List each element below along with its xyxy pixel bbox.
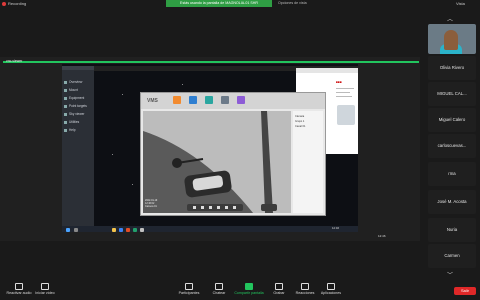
meeting-controls-bar: Reactivar audio Iniciar vídeo Participan… xyxy=(0,282,480,300)
recording-dot-icon xyxy=(2,1,6,6)
menu-label: Sky viewer xyxy=(69,112,85,116)
record-icon[interactable] xyxy=(209,206,212,209)
device-icon[interactable] xyxy=(205,96,213,104)
remote-time: 12:46 xyxy=(332,226,339,230)
menu-item-sky-viewer[interactable]: Sky viewer xyxy=(64,112,84,116)
tree-item[interactable]: Cámara xyxy=(295,115,304,118)
camera-feed-image xyxy=(143,111,291,213)
shared-window-label: vnc-viewer xyxy=(6,59,23,63)
camera-view[interactable]: 2022-01-19 12:46:02 Camera 01 xyxy=(143,111,291,213)
local-taskbar xyxy=(0,232,420,241)
settings-icon[interactable] xyxy=(221,96,229,104)
text-line xyxy=(336,88,354,89)
recording-label: Recording xyxy=(8,1,27,6)
mount-icon xyxy=(64,88,67,92)
participant-tile[interactable]: Nuria xyxy=(428,218,476,242)
zoom-icon[interactable] xyxy=(225,206,228,209)
telescope-diagram xyxy=(337,105,355,125)
view-button[interactable]: Vista xyxy=(456,1,465,6)
button-label: Aplicaciones xyxy=(320,291,342,295)
button-label: Iniciar vídeo xyxy=(35,291,55,295)
participant-tile[interactable]: Olivia Rivero xyxy=(428,56,476,80)
leave-meeting-button[interactable]: Salir xyxy=(454,287,476,295)
participant-tile[interactable]: carloscuevas... xyxy=(428,134,476,158)
camera-overlay: 2022-01-19 12:46:02 Camera 01 xyxy=(145,199,157,208)
participant-gallery: Olivia Rivero MIGUEL CAL... Miguel Caler… xyxy=(428,22,476,284)
utilities-icon xyxy=(64,120,67,124)
start-video-button[interactable]: Iniciar vídeo xyxy=(30,282,60,295)
local-clock: 12:46 xyxy=(378,234,386,238)
menu-label: Overview xyxy=(69,80,83,84)
help-icon xyxy=(64,128,67,132)
site-logo: ■■■ xyxy=(336,80,342,84)
microphone-muted-icon xyxy=(15,283,23,290)
vms-title: VMS xyxy=(147,98,158,104)
text-line xyxy=(336,96,352,97)
reaction-icon xyxy=(301,283,309,290)
participant-tile[interactable]: MIGUEL CAL... xyxy=(428,82,476,106)
chevron-down-icon[interactable]: ﹀ xyxy=(447,270,453,279)
button-label: Participantes xyxy=(178,291,200,295)
share-screen-icon xyxy=(245,283,253,290)
star xyxy=(122,94,123,95)
browser-toolbar xyxy=(296,68,358,73)
overlay-camera: Camera 01 xyxy=(145,205,157,208)
participant-tile[interactable]: José M. Acosta xyxy=(428,190,476,214)
playback-icon[interactable] xyxy=(189,96,197,104)
menu-item-equipment[interactable]: Equipment xyxy=(64,96,84,100)
chat-icon xyxy=(215,283,223,290)
screen-share-banner[interactable]: Estás usando la pantalla de MAGNOLIA-01 … xyxy=(166,0,272,7)
button-label: Compartir pantalla xyxy=(234,291,264,295)
equipment-icon xyxy=(64,96,67,100)
participant-tile[interactable]: Miguel Calero xyxy=(428,108,476,132)
menu-item-point-targets[interactable]: Point targets xyxy=(64,104,87,108)
menu-item-overview[interactable]: Overview xyxy=(64,80,82,84)
vms-window[interactable]: VMS 2022-01-19 12:46:02 Camera 01 Cámara… xyxy=(140,92,326,216)
remote-clock: 12:46 xyxy=(332,227,339,230)
vms-titlebar: VMS xyxy=(141,93,325,109)
stop-icon[interactable] xyxy=(193,206,196,209)
event-icon[interactable] xyxy=(237,96,245,104)
menu-label: Point targets xyxy=(69,104,87,108)
view-options-button[interactable]: Opciones de vista xyxy=(278,1,307,5)
star xyxy=(112,154,113,155)
playback-controls xyxy=(187,204,243,211)
audio-icon[interactable] xyxy=(217,206,220,209)
menu-item-utilities[interactable]: Utilities xyxy=(64,120,79,124)
menu-label: Help xyxy=(69,128,76,132)
text-line xyxy=(336,92,350,93)
layout-button[interactable] xyxy=(261,204,277,211)
device-tree-panel: Cámara Grupo 1 Canal 01 xyxy=(293,111,323,213)
apps-icon xyxy=(327,283,335,290)
overview-icon xyxy=(64,80,67,84)
participants-button[interactable]: Participantes xyxy=(174,282,204,295)
live-view-icon[interactable] xyxy=(173,96,181,104)
snapshot-icon[interactable] xyxy=(201,206,204,209)
menu-item-mount[interactable]: Mount xyxy=(64,88,78,92)
participant-tile[interactable]: rma xyxy=(428,162,476,186)
record-icon xyxy=(275,283,283,290)
menu-item-help[interactable]: Help xyxy=(64,128,76,132)
recording-indicator: Recording xyxy=(2,1,26,6)
chat-button[interactable]: Chatear xyxy=(204,282,234,295)
share-screen-button[interactable]: Compartir pantalla xyxy=(234,282,264,295)
participants-icon xyxy=(185,283,193,290)
sky-icon xyxy=(64,112,67,116)
star xyxy=(132,184,133,185)
menu-label: Utilities xyxy=(69,120,80,124)
share-outline xyxy=(3,61,419,63)
panel-header xyxy=(62,66,94,70)
tree-item[interactable]: Canal 01 xyxy=(295,125,305,128)
menu-label: Equipment xyxy=(69,96,85,100)
star xyxy=(182,84,183,85)
apps-button[interactable]: Aplicaciones xyxy=(316,282,346,295)
target-icon xyxy=(64,104,67,108)
video-off-icon xyxy=(41,283,49,290)
tree-item[interactable]: Grupo 1 xyxy=(295,120,304,123)
telescope-control-panel: Overview Mount Equipment Point targets S… xyxy=(62,66,94,230)
menu-label: Mount xyxy=(69,88,78,92)
participant-tile[interactable]: Carmen xyxy=(428,244,476,268)
fullscreen-icon[interactable] xyxy=(233,206,236,209)
button-label: Chatear xyxy=(212,291,226,295)
